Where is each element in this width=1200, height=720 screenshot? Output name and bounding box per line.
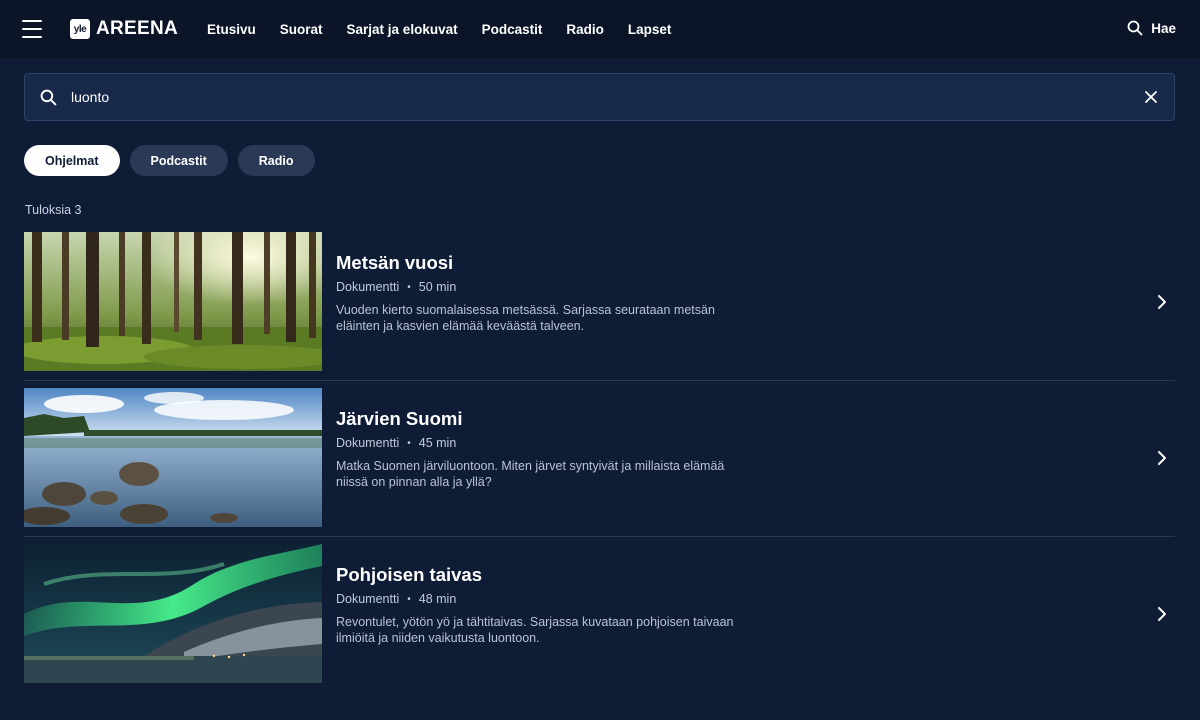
chevron-right-icon[interactable] <box>1157 450 1167 466</box>
result-item-metsan-vuosi[interactable]: Metsän vuosi Dokumentti • 50 min Vuoden … <box>24 232 1175 372</box>
filter-chip-ohjelmat[interactable]: Ohjelmat <box>24 145 120 176</box>
result-duration: 45 min <box>418 436 457 450</box>
filter-chip-radio[interactable]: Radio <box>237 145 315 176</box>
search-input[interactable] <box>71 74 1121 120</box>
meta-separator-dot: • <box>407 437 411 449</box>
nav-item-etusivu[interactable]: Etusivu <box>207 22 256 37</box>
result-meta: Dokumentti • 45 min <box>336 436 456 450</box>
close-icon[interactable] <box>1144 90 1158 104</box>
filter-chips: Ohjelmat Podcastit Radio <box>24 145 315 176</box>
result-description: Vuoden kierto suomalaisessa metsässä. Sa… <box>336 303 715 333</box>
result-genre: Dokumentti <box>336 592 400 606</box>
nav-item-suorat[interactable]: Suorat <box>280 22 323 37</box>
result-meta: Dokumentti • 48 min <box>336 592 456 606</box>
nav-item-podcastit[interactable]: Podcastit <box>482 22 543 37</box>
result-item-jarvien-suomi[interactable]: Järvien Suomi Dokumentti • 45 min Matka … <box>24 388 1175 528</box>
nav-item-radio[interactable]: Radio <box>566 22 604 37</box>
search-field <box>24 73 1175 121</box>
result-divider <box>24 380 1175 381</box>
search-icon <box>40 89 57 106</box>
nav-item-sarjat-ja-elokuvat[interactable]: Sarjat ja elokuvat <box>347 22 458 37</box>
result-title: Järvien Suomi <box>336 408 463 429</box>
result-item-pohjoisen-taivas[interactable]: Pohjoisen taivas Dokumentti • 48 min Rev… <box>24 544 1175 684</box>
yle-logo-badge: yle <box>70 19 90 39</box>
result-description: Matka Suomen järviluontoon. Miten järvet… <box>336 459 725 489</box>
result-duration: 50 min <box>418 280 457 294</box>
result-duration: 48 min <box>418 592 457 606</box>
result-title: Metsän vuosi <box>336 252 454 273</box>
header-search-label: Hae <box>1151 20 1176 36</box>
result-thumbnail-lake <box>24 388 322 527</box>
result-genre: Dokumentti <box>336 280 400 294</box>
filter-chip-podcastit[interactable]: Podcastit <box>129 145 228 176</box>
result-genre: Dokumentti <box>336 436 400 450</box>
nav-item-lapset[interactable]: Lapset <box>628 22 672 37</box>
top-header: yle AREENA Etusivu Suorat Sarjat ja elok… <box>0 0 1200 58</box>
result-thumbnail-forest <box>24 232 322 371</box>
result-description: Revontulet, yötön yö ja tähtitaivas. Sar… <box>336 615 734 645</box>
hamburger-menu-icon[interactable] <box>22 20 42 38</box>
meta-separator-dot: • <box>407 281 411 293</box>
result-thumbnail-aurora <box>24 544 322 683</box>
areena-logo-text: AREENA <box>96 18 179 39</box>
yle-areena-logo[interactable]: yle AREENA <box>70 18 178 40</box>
chevron-right-icon[interactable] <box>1157 606 1167 622</box>
chevron-right-icon[interactable] <box>1157 294 1167 310</box>
meta-separator-dot: • <box>407 593 411 605</box>
header-search-button[interactable]: Hae <box>1127 20 1176 36</box>
result-divider <box>24 536 1175 537</box>
result-meta: Dokumentti • 50 min <box>336 280 456 294</box>
result-title: Pohjoisen taivas <box>336 564 482 585</box>
result-count: Tuloksia 3 <box>25 203 82 217</box>
search-icon <box>1127 20 1143 36</box>
main-nav: Etusivu Suorat Sarjat ja elokuvat Podcas… <box>207 0 695 58</box>
